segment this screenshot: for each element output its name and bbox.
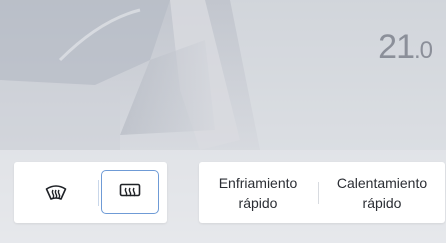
front-defrost-button[interactable] xyxy=(28,174,84,212)
quick-heat-button[interactable]: Calentamiento rápido xyxy=(319,162,445,223)
defrost-panel xyxy=(14,162,167,223)
temperature-whole: 21 xyxy=(378,28,415,66)
climate-screen: 21.0 Enfriamiento rápido Calentamiento r… xyxy=(0,0,446,243)
temperature-display: 21.0 xyxy=(378,28,433,66)
quick-cool-button[interactable]: Enfriamiento rápido xyxy=(199,162,317,223)
temperature-decimal: .0 xyxy=(413,37,433,64)
front-windshield-defrost-icon xyxy=(45,185,67,200)
quick-modes-panel: Enfriamiento rápido Calentamiento rápido xyxy=(199,162,445,223)
quick-cool-label: Enfriamiento rápido xyxy=(218,174,298,211)
defrost-divider xyxy=(98,180,99,206)
rear-defrost-button[interactable] xyxy=(101,170,159,214)
rear-window-defrost-icon xyxy=(119,183,141,197)
quick-heat-label: Calentamiento rápido xyxy=(336,174,428,211)
